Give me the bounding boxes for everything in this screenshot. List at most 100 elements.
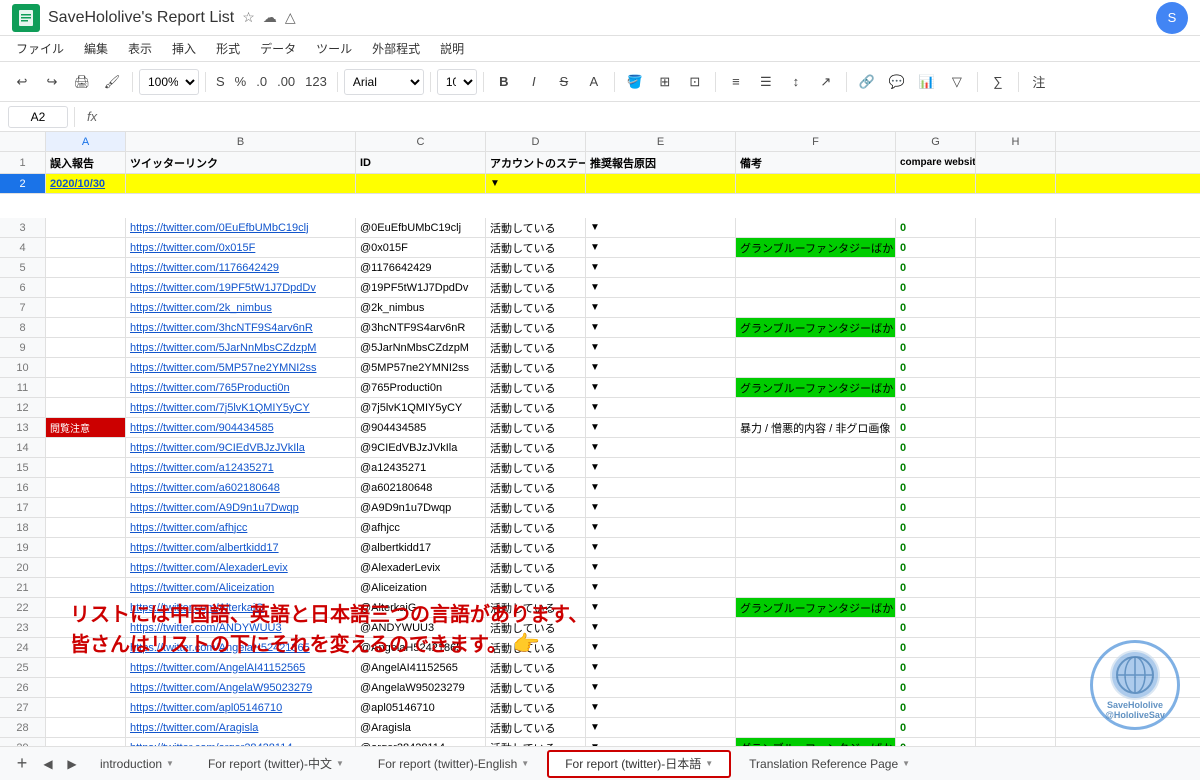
undo-button[interactable]: ↩: [8, 68, 36, 96]
cell-d[interactable]: 活動している: [486, 378, 586, 397]
cell-g[interactable]: 0: [896, 498, 976, 517]
cell-b[interactable]: https://twitter.com/0EuEfbUMbC19clj: [126, 218, 356, 237]
cell-d[interactable]: 活動している: [486, 418, 586, 437]
cell-g[interactable]: 0: [896, 558, 976, 577]
cell-e[interactable]: ▼: [586, 398, 736, 417]
cell-g[interactable]: 0: [896, 318, 976, 337]
note-button[interactable]: 注: [1025, 68, 1053, 96]
cell-c[interactable]: @9CIEdVBJzJVkIla: [356, 438, 486, 457]
cell-e[interactable]: ▼: [586, 438, 736, 457]
cell-a[interactable]: [46, 338, 126, 357]
cell-f1[interactable]: 備考: [736, 152, 896, 173]
cell-h[interactable]: [976, 318, 1056, 337]
cell-a[interactable]: [46, 478, 126, 497]
cell-h[interactable]: [976, 598, 1056, 617]
cell-e[interactable]: ▼: [586, 578, 736, 597]
cell-c1[interactable]: ID: [356, 152, 486, 173]
cell-e[interactable]: ▼: [586, 518, 736, 537]
cell-h[interactable]: [976, 558, 1056, 577]
cell-c[interactable]: @AngelAI41152565: [356, 658, 486, 677]
font-select[interactable]: Arial: [344, 69, 424, 95]
tab-introduction[interactable]: introduction ▼: [84, 750, 190, 778]
menu-file[interactable]: ファイル: [8, 37, 72, 60]
cell-a[interactable]: 閲覧注意: [46, 418, 126, 437]
cell-e1[interactable]: 推奨報告原因: [586, 152, 736, 173]
cell-f[interactable]: 暴力 / 憎悪的内容 / 非グロ画像: [736, 418, 896, 437]
cell-g[interactable]: 0: [896, 698, 976, 717]
cell-e[interactable]: ▼: [586, 498, 736, 517]
cell-d[interactable]: 活動している: [486, 658, 586, 677]
cell-h[interactable]: [976, 278, 1056, 297]
zoom-select[interactable]: 100%: [139, 69, 199, 95]
cell-d[interactable]: 活動している: [486, 258, 586, 277]
cell-b[interactable]: https://twitter.com/ANDYWUU3: [126, 618, 356, 637]
col-header-g[interactable]: G: [896, 132, 976, 151]
cell-b[interactable]: https://twitter.com/765Producti0n: [126, 378, 356, 397]
cell-g2[interactable]: [896, 174, 976, 193]
cell-c[interactable]: @5JarNnMbsCZdzpM: [356, 338, 486, 357]
cell-h[interactable]: [976, 258, 1056, 277]
cell-f2[interactable]: [736, 174, 896, 193]
cell-d[interactable]: 活動している: [486, 698, 586, 717]
filter-button[interactable]: ▽: [943, 68, 971, 96]
cell-g[interactable]: 0: [896, 678, 976, 697]
cell-d[interactable]: 活動している: [486, 598, 586, 617]
formula-input[interactable]: 誤入報告: [109, 106, 1192, 128]
align-center-button[interactable]: ☰: [752, 68, 780, 96]
cell-e[interactable]: ▼: [586, 718, 736, 737]
cell-f[interactable]: [736, 498, 896, 517]
cell-g[interactable]: 0: [896, 618, 976, 637]
cell-b[interactable]: https://twitter.com/Aragisla: [126, 718, 356, 737]
function-button[interactable]: ∑: [984, 68, 1012, 96]
cell-d[interactable]: 活動している: [486, 218, 586, 237]
cell-a1[interactable]: 誤入報告: [46, 152, 126, 173]
cell-c[interactable]: @Aragisla: [356, 718, 486, 737]
cell-h[interactable]: [976, 698, 1056, 717]
cell-a[interactable]: [46, 638, 126, 657]
cell-b[interactable]: https://twitter.com/3hcNTF9S4arv6nR: [126, 318, 356, 337]
paint-format-button[interactable]: 🖌: [98, 68, 126, 96]
menu-extensions[interactable]: 外部程式: [364, 37, 428, 60]
cell-c2[interactable]: [356, 174, 486, 193]
cell-f[interactable]: [736, 558, 896, 577]
col-header-h[interactable]: H: [976, 132, 1056, 151]
cell-h[interactable]: [976, 458, 1056, 477]
cell-g[interactable]: 0: [896, 298, 976, 317]
cell-a[interactable]: [46, 318, 126, 337]
menu-help[interactable]: 説明: [432, 37, 472, 60]
cell-a[interactable]: [46, 278, 126, 297]
cell-b[interactable]: https://twitter.com/5JarNnMbsCZdzpM: [126, 338, 356, 357]
cell-f[interactable]: グランブルーファンタジーばかり: [736, 318, 896, 337]
cell-g[interactable]: 0: [896, 218, 976, 237]
tab-for-report-japanese[interactable]: For report (twitter)-日本語 ▼: [547, 750, 731, 778]
cell-a[interactable]: [46, 738, 126, 746]
cell-h[interactable]: [976, 398, 1056, 417]
cell-e[interactable]: ▼: [586, 258, 736, 277]
cell-h[interactable]: [976, 498, 1056, 517]
cell-c[interactable]: @albertkidd17: [356, 538, 486, 557]
cell-f[interactable]: [736, 538, 896, 557]
menu-tools[interactable]: ツール: [308, 37, 360, 60]
cell-c[interactable]: @A9D9n1u7Dwqp: [356, 498, 486, 517]
cell-e[interactable]: ▼: [586, 318, 736, 337]
cell-c[interactable]: @afhjcc: [356, 518, 486, 537]
cell-f[interactable]: [736, 718, 896, 737]
cell-b[interactable]: https://twitter.com/a602180648: [126, 478, 356, 497]
cell-g[interactable]: 0: [896, 378, 976, 397]
cell-b1[interactable]: ツイッターリンク: [126, 152, 356, 173]
menu-view[interactable]: 表示: [120, 37, 160, 60]
cell-g[interactable]: 0: [896, 438, 976, 457]
cell-f[interactable]: [736, 658, 896, 677]
cell-d[interactable]: 活動している: [486, 458, 586, 477]
cell-c[interactable]: @AlexaderLevix: [356, 558, 486, 577]
cell-d[interactable]: 活動している: [486, 618, 586, 637]
bold-button[interactable]: B: [490, 68, 518, 96]
cell-d[interactable]: 活動している: [486, 538, 586, 557]
cell-f[interactable]: [736, 258, 896, 277]
cell-d[interactable]: 活動している: [486, 518, 586, 537]
percent-button[interactable]: %: [231, 68, 251, 96]
font-size-select[interactable]: 10: [437, 69, 477, 95]
cell-g[interactable]: 0: [896, 358, 976, 377]
cell-g[interactable]: 0: [896, 258, 976, 277]
cell-a[interactable]: [46, 618, 126, 637]
